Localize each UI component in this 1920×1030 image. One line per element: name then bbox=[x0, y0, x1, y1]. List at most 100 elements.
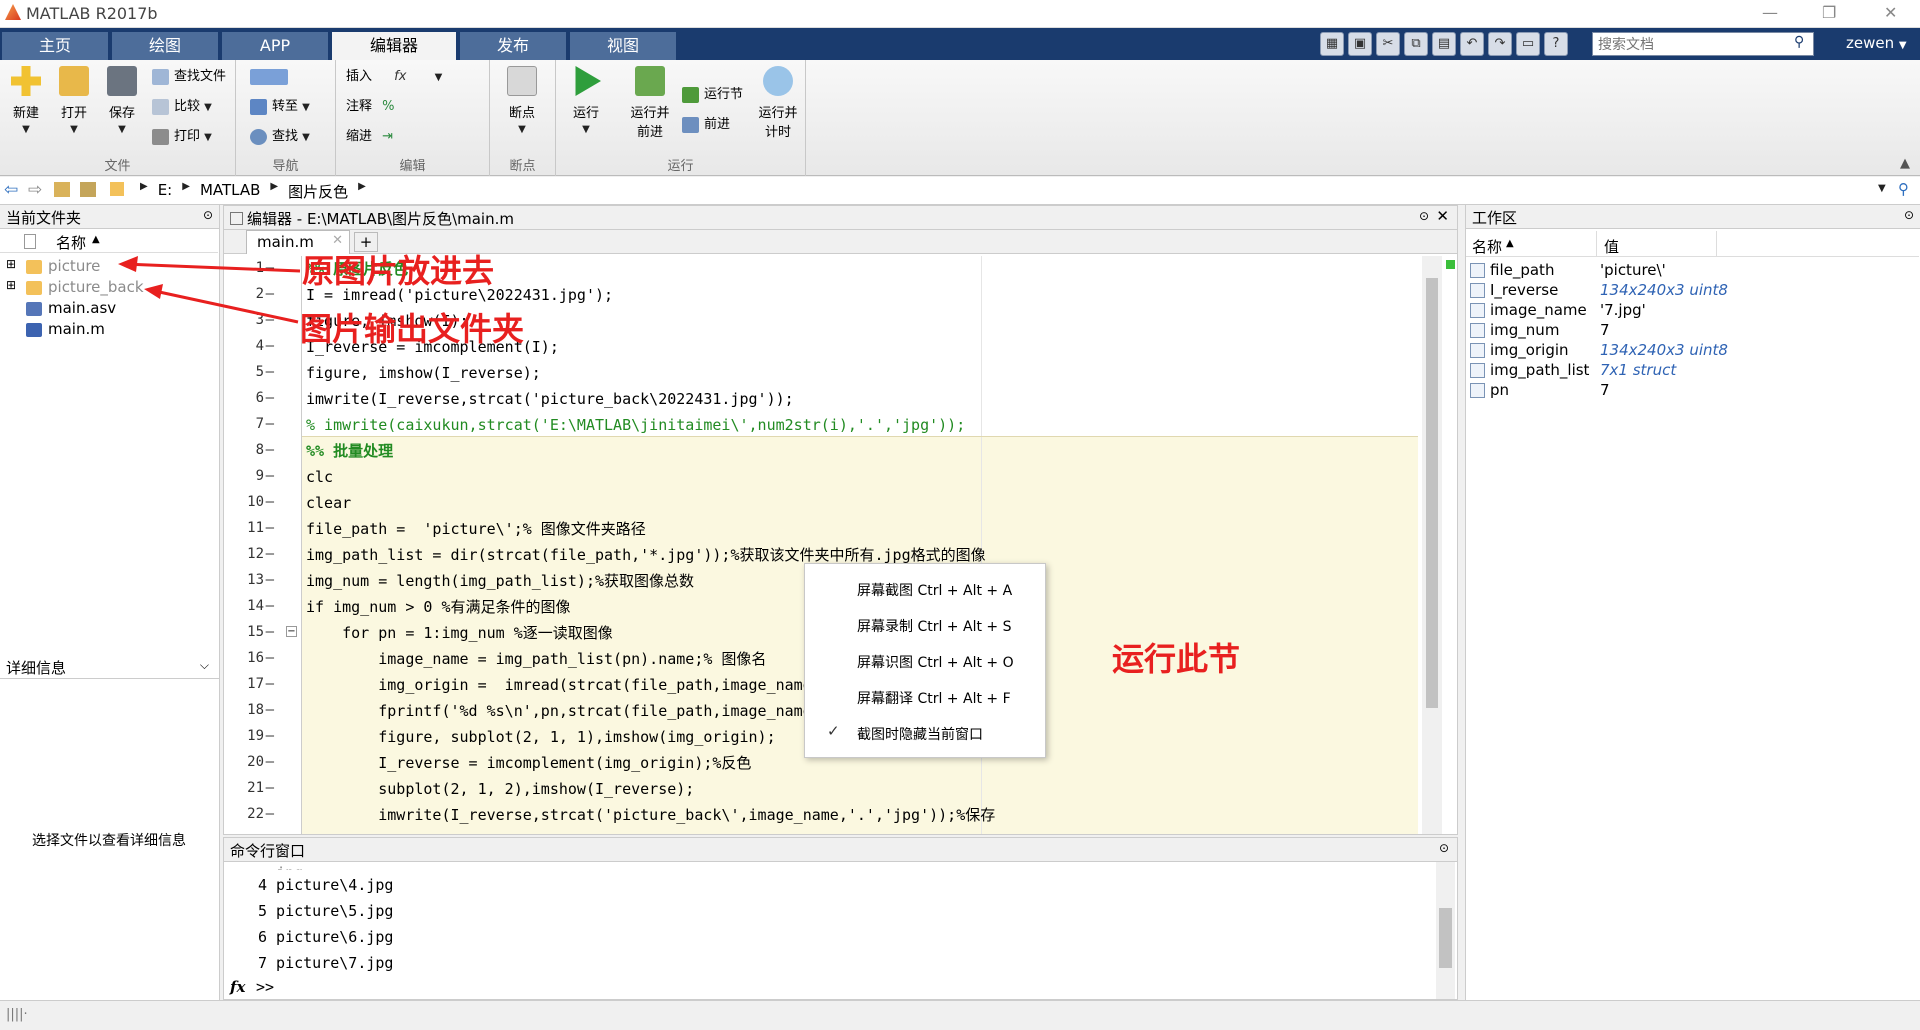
panel-menu-icon[interactable]: ⊙ bbox=[203, 208, 213, 222]
breadcrumb-item-folder[interactable]: 图片反色 bbox=[288, 181, 348, 202]
breakpoint-marker[interactable]: — bbox=[260, 702, 274, 718]
code-line[interactable]: if img_num > 0 %有满足条件的图像 bbox=[306, 594, 571, 620]
code-line[interactable]: % imwrite(caixukun,strcat('E:\MATLAB\jin… bbox=[306, 412, 965, 438]
run-and-advance-button[interactable]: 运行并 前进 bbox=[622, 66, 678, 140]
breakpoint-marker[interactable]: — bbox=[260, 520, 274, 536]
forward-icon[interactable]: ⇨ bbox=[28, 180, 42, 200]
find-files-button[interactable]: 查找文件 bbox=[150, 66, 226, 88]
breakpoint-marker[interactable]: — bbox=[260, 338, 274, 354]
up-folder-icon[interactable] bbox=[54, 182, 70, 197]
breakpoint-marker[interactable]: — bbox=[260, 624, 274, 640]
breakpoints-button[interactable]: 断点 ▼ bbox=[500, 66, 544, 136]
save-button[interactable]: 保存 ▼ bbox=[100, 66, 144, 136]
breakpoint-marker[interactable]: — bbox=[260, 754, 274, 770]
back-forward-button[interactable] bbox=[248, 66, 288, 88]
breakpoint-marker[interactable]: — bbox=[260, 546, 274, 562]
panel-menu-icon[interactable]: ⊙ bbox=[1419, 209, 1429, 223]
panel-menu-icon[interactable]: ⊙ bbox=[1904, 208, 1914, 222]
code-line[interactable]: %% 批量处理 bbox=[306, 438, 393, 464]
table-row[interactable]: img_num 7 bbox=[1466, 321, 1920, 341]
print-button[interactable]: 打印 ▼ bbox=[150, 126, 212, 148]
breadcrumb-item-drive[interactable]: E: bbox=[158, 181, 173, 202]
list-item[interactable]: ⊞ picture bbox=[0, 257, 218, 277]
breakpoint-marker[interactable]: — bbox=[260, 260, 274, 276]
tab-publish[interactable]: 发布 bbox=[460, 32, 566, 60]
run-section-button[interactable]: 运行节 bbox=[680, 84, 743, 106]
details-header[interactable]: 详细信息 ⌵ bbox=[0, 655, 219, 679]
expand-icon[interactable]: ⊞ bbox=[6, 257, 16, 271]
table-row[interactable]: img_path_list 7x1 struct bbox=[1466, 361, 1920, 381]
name-column-header[interactable]: 名称 bbox=[1472, 236, 1502, 257]
command-scrollbar[interactable] bbox=[1436, 862, 1455, 999]
panel-menu-icon[interactable]: ⊙ bbox=[1439, 841, 1449, 855]
table-row[interactable]: image_name '7.jpg' bbox=[1466, 301, 1920, 321]
code-line[interactable]: imwrite(I_reverse,strcat('picture_back\'… bbox=[306, 802, 995, 828]
breakpoint-marker[interactable]: — bbox=[260, 390, 274, 406]
tab-editor[interactable]: 编辑器 bbox=[332, 32, 456, 60]
help-icon[interactable]: ? bbox=[1544, 32, 1568, 56]
cut-icon[interactable]: ✂ bbox=[1376, 32, 1400, 56]
breakpoint-marker[interactable]: — bbox=[260, 676, 274, 692]
code-line[interactable]: imwrite(I_reverse,strcat('picture_back\2… bbox=[306, 386, 794, 412]
breakpoint-marker[interactable]: — bbox=[260, 312, 274, 328]
user-menu[interactable]: zewen ▼ bbox=[1846, 34, 1907, 52]
list-item[interactable]: main.m bbox=[0, 320, 218, 340]
new-button[interactable]: 新建 ▼ bbox=[4, 66, 48, 136]
breakpoint-marker[interactable]: — bbox=[260, 650, 274, 666]
tab-plots[interactable]: 绘图 bbox=[112, 32, 218, 60]
menu-item-translate[interactable]: 屏幕翻译 Ctrl + Alt + F bbox=[857, 688, 1011, 708]
paste-icon[interactable]: ▤ bbox=[1432, 32, 1456, 56]
breakpoint-marker[interactable]: — bbox=[260, 494, 274, 510]
code-line[interactable]: subplot(2, 1, 2),imshow(I_reverse); bbox=[306, 776, 694, 802]
breakpoint-marker[interactable]: — bbox=[260, 572, 274, 588]
code-line[interactable]: clc bbox=[306, 464, 333, 490]
breakpoint-marker[interactable]: — bbox=[260, 364, 274, 380]
table-row[interactable]: file_path 'picture\' bbox=[1466, 261, 1920, 281]
file-list-header[interactable]: 名称 ▲ bbox=[0, 231, 218, 253]
code-line[interactable]: img_num = length(img_path_list);%获取图像总数 bbox=[306, 568, 694, 594]
breakpoint-marker[interactable]: — bbox=[260, 728, 274, 744]
breadcrumb-item-matlab[interactable]: MATLAB bbox=[200, 181, 260, 202]
goto-button[interactable]: 转至 ▼ bbox=[248, 96, 310, 118]
comment-button[interactable]: 注释 % bbox=[336, 96, 395, 118]
save-icon[interactable]: ▣ bbox=[1348, 32, 1372, 56]
restore-icon[interactable]: ❐ bbox=[1822, 3, 1836, 22]
menu-item-record[interactable]: 屏幕录制 Ctrl + Alt + S bbox=[857, 616, 1011, 636]
switch-windows-icon[interactable]: ▭ bbox=[1516, 32, 1540, 56]
open-button[interactable]: 打开 ▼ bbox=[52, 66, 96, 136]
menu-item-ocr[interactable]: 屏幕识图 Ctrl + Alt + O bbox=[857, 652, 1014, 672]
table-row[interactable]: pn 7 bbox=[1466, 381, 1920, 401]
tab-view[interactable]: 视图 bbox=[570, 32, 676, 60]
layout-icon[interactable]: ▦ bbox=[1320, 32, 1344, 56]
code-line[interactable]: for pn = 1:img_num %逐一读取图像 bbox=[306, 620, 613, 646]
copy-icon[interactable]: ⧉ bbox=[1404, 32, 1428, 56]
tab-home[interactable]: 主页 bbox=[2, 32, 108, 60]
search-icon[interactable]: ⚲ bbox=[1794, 34, 1804, 50]
breakpoint-marker[interactable]: — bbox=[260, 806, 274, 822]
command-prompt[interactable]: >> bbox=[256, 978, 274, 996]
command-output[interactable]: . jpg 4 picture\4.jpg 5 picture\5.jpg 6 … bbox=[224, 862, 1457, 999]
minimize-icon[interactable]: — bbox=[1762, 3, 1778, 22]
browse-folder-icon[interactable] bbox=[80, 182, 96, 197]
expand-icon[interactable]: ⊞ bbox=[6, 278, 16, 292]
code-line[interactable]: clear bbox=[306, 490, 351, 516]
code-line[interactable]: figure, subplot(2, 1, 1),imshow(img_orig… bbox=[306, 724, 775, 750]
run-and-time-button[interactable]: 运行并 计时 bbox=[752, 66, 804, 140]
indent-button[interactable]: 缩进 ⇥ bbox=[336, 126, 393, 148]
find-button[interactable]: 查找 ▼ bbox=[248, 126, 310, 148]
address-dropdown-icon[interactable]: ▼ bbox=[1878, 183, 1886, 194]
run-button[interactable]: 运行 ▼ bbox=[564, 66, 608, 136]
list-item[interactable]: main.asv bbox=[0, 299, 218, 319]
breakpoint-marker[interactable]: — bbox=[260, 468, 274, 484]
close-icon[interactable]: ✕ bbox=[1884, 3, 1897, 22]
fx-icon[interactable]: fx bbox=[230, 978, 245, 996]
code-line[interactable]: I_reverse = imcomplement(img_origin);%反色 bbox=[306, 750, 751, 776]
tab-apps[interactable]: APP bbox=[222, 32, 328, 60]
table-row[interactable]: I_reverse 134x240x3 uint8 bbox=[1466, 281, 1920, 301]
menu-item-screenshot[interactable]: 屏幕截图 Ctrl + Alt + A bbox=[857, 580, 1012, 600]
redo-icon[interactable]: ↷ bbox=[1488, 32, 1512, 56]
scrollbar-thumb[interactable] bbox=[1426, 278, 1438, 708]
fold-icon[interactable]: − bbox=[286, 626, 297, 637]
insert-button[interactable]: 插入 fx ▼ bbox=[336, 66, 442, 88]
compare-button[interactable]: 比较 ▼ bbox=[150, 96, 212, 118]
